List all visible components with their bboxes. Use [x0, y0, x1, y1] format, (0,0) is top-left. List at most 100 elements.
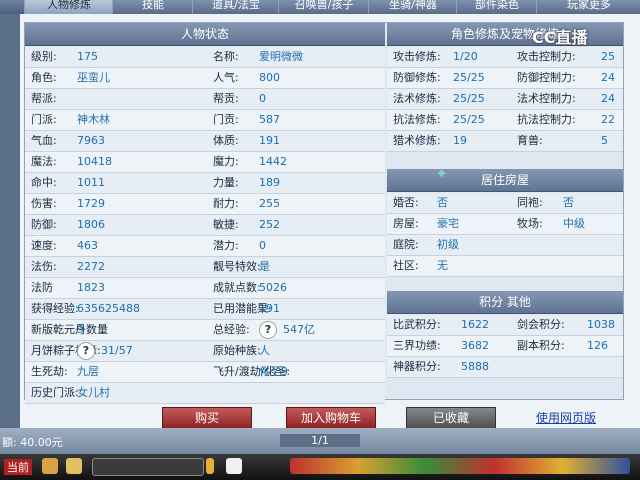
pet-icon[interactable] [226, 458, 242, 474]
field-value: 126 [587, 339, 608, 352]
field-value: 0 [259, 92, 266, 105]
field-value: 7963 [77, 134, 105, 147]
field-label: 防御控制力: [517, 71, 576, 84]
field-label: 比武积分: [393, 318, 441, 331]
field-value: 中级 [563, 217, 585, 230]
chat-icon[interactable] [42, 458, 58, 474]
house-icon: ✦ [435, 164, 449, 183]
field-label: 抗法控制力: [517, 113, 576, 126]
saved-button[interactable]: 已收藏 [406, 407, 496, 429]
field-label: 攻击控制力: [517, 50, 576, 63]
tab-character-cultivation[interactable]: 人物修炼 [24, 0, 113, 14]
field-label: 剑会积分: [517, 318, 565, 331]
house-rows-row: 庭院: 初级 [387, 235, 623, 256]
house-rows-row: 婚否: 否 同袍: 否 [387, 193, 623, 214]
field-value: 是 [259, 260, 270, 273]
field-value: 25/25 [453, 92, 485, 105]
buy-button[interactable]: 购买 [162, 407, 252, 429]
field-label: 防御: [31, 218, 57, 231]
field-value: 九层 [77, 365, 99, 378]
field-value: 189 [259, 176, 280, 189]
tab-dye[interactable]: 部件染色 [456, 0, 537, 14]
field-label: 法术控制力: [517, 92, 576, 105]
field-label: 靓号特效: [213, 260, 261, 273]
tab-items[interactable]: 道具/法宝 [192, 0, 279, 14]
field-value: 9 [77, 323, 84, 336]
score-rows-row: 比武积分: 1622 剑会积分: 1038 [387, 315, 623, 336]
cultivation-rows-row: 猎术修炼: 19 育兽: 5 [387, 131, 623, 152]
field-label: 新版乾元丹数量 [31, 323, 108, 336]
help-icon[interactable]: ? [77, 342, 95, 360]
score-header: 积分 其他 [387, 291, 623, 314]
field-label: 伤害: [31, 197, 57, 210]
field-label: 法伤: [31, 260, 57, 273]
field-label: 魔力: [213, 155, 239, 168]
tab-mounts[interactable]: 坐骑/神器 [368, 0, 457, 14]
field-value: 初级 [437, 238, 459, 251]
chat-input[interactable] [92, 458, 204, 476]
field-value: 无 [437, 259, 448, 272]
field-value: 191 [259, 134, 280, 147]
field-label: 攻击修炼: [393, 50, 441, 63]
field-value: 3682 [461, 339, 489, 352]
field-label: 原始种族: [213, 344, 261, 357]
field-value: 1729 [77, 197, 105, 210]
field-label: 社区: [393, 259, 419, 272]
field-value: 24 [601, 92, 615, 105]
field-value: 255 [259, 197, 280, 210]
field-value: 252 [259, 218, 280, 231]
mic-icon[interactable] [206, 458, 214, 474]
field-label: 名称: [213, 50, 239, 63]
field-value: 神木林 [77, 113, 110, 126]
field-value: 587 [259, 113, 280, 126]
field-value: 191 [259, 302, 280, 315]
field-value: 1011 [77, 176, 105, 189]
field-value: 175 [77, 50, 98, 63]
field-label: 潜力: [213, 239, 239, 252]
field-label: 抗法修炼: [393, 113, 441, 126]
left-rows-row: 速度: 463 潜力: 0 [25, 236, 385, 257]
field-label: 副本积分: [517, 339, 565, 352]
field-label: 同袍: [517, 196, 543, 209]
field-label: 生死劫: [31, 365, 68, 378]
field-value: 2272 [77, 260, 105, 273]
character-panel: 人物状态 级别: 175 名称: 爱明微微 角色: 巫蛮儿 人气: 800 帮派: 帮贡: 0 门派:… [24, 22, 624, 404]
field-value: 24 [601, 71, 615, 84]
add-to-cart-button[interactable]: 加入购物车 [286, 407, 376, 429]
field-label: 猎术修炼: [393, 134, 441, 147]
tab-skills[interactable]: 技能 [112, 0, 193, 14]
pager-text: 1/1 [280, 434, 360, 447]
field-label: 获得经验: [31, 302, 79, 315]
bottom-strip: 额: 40.00元 1/1 [0, 428, 640, 454]
field-value: 人 [259, 344, 270, 357]
current-channel-label[interactable]: 当前 [4, 459, 32, 475]
field-value: 否 [437, 196, 448, 209]
field-value: 635625488 [77, 302, 140, 315]
left-rows-row: 门派: 神木林 门贡: 587 [25, 110, 385, 131]
cultivation-rows-row: 防御修炼: 25/25 防御控制力: 24 [387, 68, 623, 89]
cultivation-rows-row: 法术修炼: 25/25 法术控制力: 24 [387, 89, 623, 110]
left-rows-row: 获得经验: 635625488 已用潜能果: 191 [25, 299, 385, 320]
help-icon[interactable]: ? [259, 321, 277, 339]
score-rows-row: 三界功绩: 3682 副本积分: 126 [387, 336, 623, 357]
field-value: 巫蛮儿 [77, 71, 110, 84]
house-header-label: 居住房屋 [480, 173, 529, 187]
tab-more[interactable]: 玩家更多 [536, 0, 640, 14]
field-label: 防御修炼: [393, 71, 441, 84]
left-rows-row: 防御: 1806 敏捷: 252 [25, 215, 385, 236]
left-rows-row: 角色: 巫蛮儿 人气: 800 [25, 68, 385, 89]
tab-summons[interactable]: 召唤兽/孩子 [278, 0, 369, 14]
skill-shortcut-bar[interactable] [290, 458, 630, 474]
field-value: 女儿村 [77, 386, 110, 399]
field-label: 门派: [31, 113, 57, 126]
field-value: 25/25 [453, 71, 485, 84]
cc-live-logo: CC直播 [532, 28, 588, 47]
emote-icon[interactable] [66, 458, 82, 474]
field-label: 牧场: [517, 217, 543, 230]
balance-text: 额: 40.00元 [2, 436, 63, 449]
field-label: 力量: [213, 176, 239, 189]
field-label: 级别: [31, 50, 57, 63]
field-value: 0 [259, 239, 266, 252]
field-label: 气血: [31, 134, 57, 147]
use-web-version-link[interactable]: 使用网页版 [536, 409, 596, 426]
